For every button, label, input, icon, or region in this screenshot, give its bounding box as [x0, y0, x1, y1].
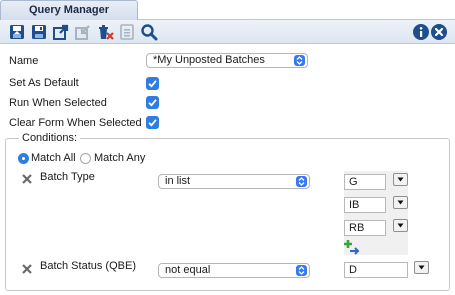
delete-icon[interactable] [96, 23, 114, 41]
chevron-updown-icon [296, 265, 307, 276]
export-icon[interactable] [52, 23, 70, 41]
close-icon[interactable] [431, 24, 447, 40]
match-any-radio[interactable] [80, 153, 91, 164]
clear-form-label: Clear Form When Selected [9, 117, 142, 129]
match-all-label[interactable]: Match All [31, 152, 76, 164]
toolbar [0, 20, 455, 44]
save-icon[interactable] [30, 23, 48, 41]
chevron-updown-icon [294, 55, 305, 66]
match-all-radio[interactable] [18, 153, 29, 164]
query-name-value: *My Unposted Batches [153, 54, 265, 66]
condition-value-input[interactable]: G [344, 174, 386, 190]
condition-field-label: Batch Type [40, 171, 95, 183]
value-dropdown-button[interactable] [393, 196, 408, 209]
condition-value-input[interactable]: RB [344, 220, 386, 236]
condition-operator-value: in list [165, 175, 191, 187]
condition-operator-select[interactable]: not equal [158, 263, 310, 278]
tab-query-manager[interactable]: Query Manager [0, 0, 138, 21]
clear-form-checkbox[interactable] [146, 116, 159, 129]
value-dropdown-button[interactable] [393, 173, 408, 186]
query-name-select[interactable]: *My Unposted Batches [146, 53, 308, 68]
condition-field-label: Batch Status (QBE) [40, 260, 136, 272]
add-value-icon[interactable] [344, 239, 360, 255]
search-icon[interactable] [140, 23, 158, 41]
conditions-title: Conditions: [19, 132, 81, 144]
remove-condition-icon[interactable] [22, 264, 32, 274]
save-down-icon[interactable] [8, 23, 26, 41]
value-dropdown-button[interactable] [393, 219, 408, 232]
set-default-checkbox[interactable] [146, 77, 159, 90]
chevron-updown-icon [296, 176, 307, 187]
remove-condition-icon[interactable] [22, 174, 32, 184]
set-default-label: Set As Default [9, 77, 79, 89]
condition-value-input[interactable]: D [344, 262, 408, 278]
run-when-selected-label: Run When Selected [9, 97, 107, 109]
value-dropdown-button[interactable] [414, 261, 429, 274]
condition-operator-value: not equal [165, 264, 211, 276]
import-icon [74, 23, 92, 41]
match-any-label[interactable]: Match Any [94, 152, 145, 164]
name-label: Name [9, 55, 39, 67]
condition-value-input[interactable]: IB [344, 197, 386, 213]
condition-operator-select[interactable]: in list [158, 174, 310, 189]
info-icon[interactable] [413, 24, 429, 40]
clear-icon [118, 23, 136, 41]
tab-bar: Query Manager [0, 0, 455, 21]
run-when-selected-checkbox[interactable] [146, 96, 159, 109]
